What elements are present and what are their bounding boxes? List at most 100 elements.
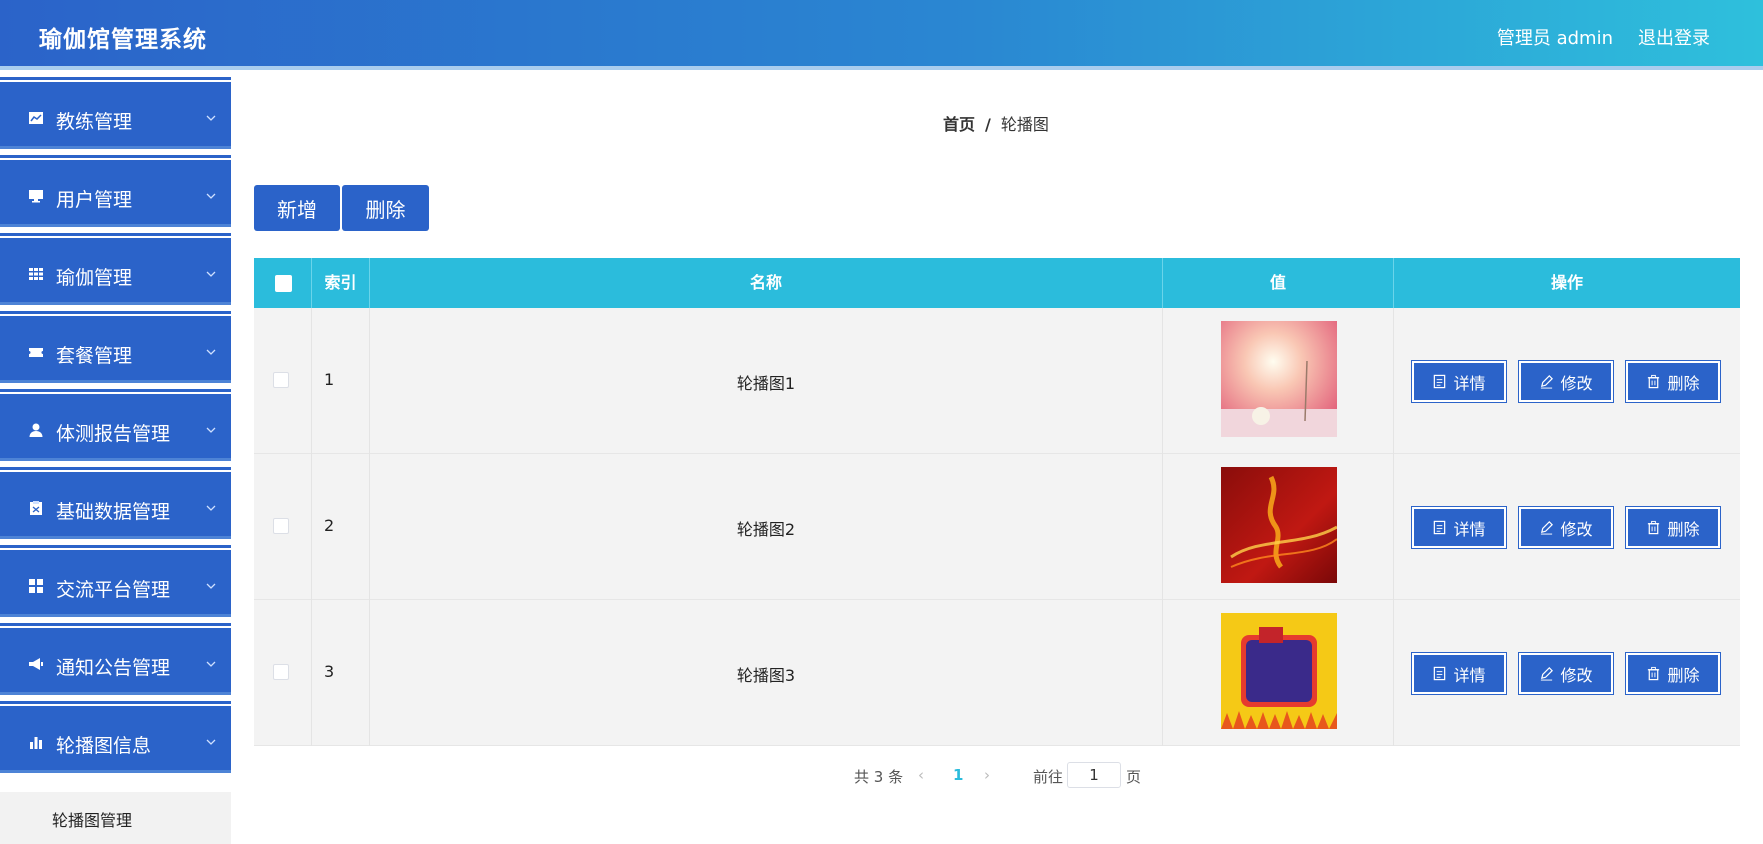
- sidebar-item-label: 体测报告管理: [56, 423, 171, 445]
- chevron-down-icon: [206, 271, 216, 277]
- add-button[interactable]: 新增: [254, 185, 340, 231]
- row-name: 轮播图3: [736, 666, 796, 685]
- sidebar-item-label: 交流平台管理: [56, 579, 171, 601]
- delete-button[interactable]: 删除: [1625, 652, 1721, 695]
- detail-label: 详情: [1453, 373, 1486, 393]
- sidebar-item-label: 瑜伽管理: [56, 267, 133, 289]
- edit-label: 修改: [1560, 519, 1593, 539]
- detail-button[interactable]: 详情: [1411, 652, 1507, 695]
- pink-sunrise-image[interactable]: [1221, 321, 1337, 437]
- chevron-down-icon: [206, 115, 216, 121]
- sidebar-item-body-report[interactable]: 体测报告管理: [0, 386, 231, 461]
- delete-label: 删除: [1667, 519, 1700, 539]
- page-jump-input[interactable]: [1067, 762, 1121, 788]
- current-user: 管理员 admin: [1496, 28, 1613, 49]
- edit-button[interactable]: 修改: [1518, 506, 1614, 549]
- document-icon: [1434, 520, 1446, 535]
- sidebar-item-package[interactable]: 套餐管理: [0, 308, 231, 383]
- row-name: 轮播图1: [736, 374, 796, 393]
- breadcrumb-separator: /: [985, 115, 991, 134]
- batch-delete-button[interactable]: 删除: [342, 185, 429, 231]
- sidebar-item-label: 套餐管理: [56, 345, 133, 367]
- sidebar-item-coach[interactable]: 教练管理: [0, 74, 231, 149]
- sidebar-item-label: 基础数据管理: [56, 501, 171, 523]
- megaphone-icon: [29, 658, 43, 670]
- ticket-icon: [29, 348, 43, 357]
- sidebar-item-label: 教练管理: [56, 111, 133, 133]
- header-actions: 操作: [1550, 273, 1583, 292]
- header-index: 索引: [312, 258, 370, 308]
- detail-button[interactable]: 详情: [1411, 506, 1507, 549]
- row-checkbox[interactable]: [273, 664, 289, 680]
- breadcrumb: 首页 / 轮播图: [943, 111, 1049, 135]
- sidebar-item-users[interactable]: 用户管理: [0, 152, 231, 227]
- row-index: 2: [324, 516, 335, 535]
- edit-button[interactable]: 修改: [1518, 652, 1614, 695]
- submenu-item-carousel-manage[interactable]: 轮播图管理: [52, 807, 132, 831]
- delete-button[interactable]: 删除: [1625, 360, 1721, 403]
- delete-label: 删除: [1667, 665, 1700, 685]
- detail-button[interactable]: 详情: [1411, 360, 1507, 403]
- app-title: 瑜伽馆管理系统: [39, 27, 207, 53]
- grid-icon: [29, 268, 43, 280]
- pagination-total: 共 3 条: [854, 768, 904, 786]
- sidebar-item-label: 用户管理: [56, 189, 133, 211]
- page-number[interactable]: 1: [953, 766, 963, 784]
- monitor-icon: [29, 190, 43, 203]
- header-value: 值: [1163, 258, 1394, 308]
- breadcrumb-current: 轮播图: [1000, 115, 1049, 134]
- row-checkbox[interactable]: [273, 518, 289, 534]
- sidebar-item-yoga[interactable]: 瑜伽管理: [0, 230, 231, 305]
- table-row: 2 轮播图2 详情 修改 删除: [254, 454, 1740, 600]
- clipboard-icon: [30, 501, 42, 515]
- breadcrumb-home[interactable]: 首页: [943, 115, 975, 134]
- detail-label: 详情: [1453, 665, 1486, 685]
- edit-label: 修改: [1560, 373, 1593, 393]
- row-index: 3: [324, 662, 335, 681]
- edit-label: 修改: [1560, 665, 1593, 685]
- chevron-down-icon: [206, 505, 216, 511]
- sidebar-item-base-data[interactable]: 基础数据管理: [0, 464, 231, 539]
- row-index: 1: [324, 370, 335, 389]
- delete-button[interactable]: 删除: [1625, 506, 1721, 549]
- sidebar-item-notice[interactable]: 通知公告管理: [0, 620, 231, 695]
- sidebar: 教练管理 用户管理 瑜伽管理 套餐管理 体测报告管理 基础数据管理 交流平台管理…: [0, 74, 231, 844]
- chevron-left-icon[interactable]: ‹: [918, 766, 924, 784]
- edit-button[interactable]: 修改: [1518, 360, 1614, 403]
- header-name: 名称: [370, 258, 1163, 308]
- carousel-table: 索引 名称 值 操作 1 轮播图1 详情 修改 删除 2 轮播图2 详情 修改 …: [254, 258, 1740, 746]
- detail-label: 详情: [1453, 519, 1486, 539]
- select-all-checkbox[interactable]: [275, 275, 292, 292]
- apps-icon: [29, 579, 43, 593]
- chevron-down-icon: [206, 583, 216, 589]
- document-icon: [1434, 666, 1446, 681]
- trash-icon: [1648, 520, 1660, 535]
- pencil-icon: [1541, 521, 1554, 535]
- chevron-down-icon: [206, 739, 216, 745]
- table-header: 索引 名称 值 操作: [254, 258, 1740, 308]
- pagination-unit-label: 页: [1126, 768, 1142, 786]
- trash-icon: [1648, 374, 1660, 389]
- delete-label: 删除: [1667, 373, 1700, 393]
- document-icon: [1434, 374, 1446, 389]
- row-name: 轮播图2: [736, 520, 796, 539]
- yellow-frame-image[interactable]: [1221, 613, 1337, 729]
- pencil-icon: [1541, 667, 1554, 681]
- pencil-icon: [1541, 375, 1554, 389]
- trash-icon: [1648, 666, 1660, 681]
- sidebar-item-carousel[interactable]: 轮播图信息: [0, 698, 231, 773]
- sidebar-item-forum[interactable]: 交流平台管理: [0, 542, 231, 617]
- bar-chart-icon: [30, 737, 42, 749]
- chevron-down-icon: [206, 661, 216, 667]
- user-icon: [29, 423, 43, 437]
- logout-link[interactable]: 退出登录: [1638, 24, 1710, 50]
- chevron-right-icon[interactable]: ›: [984, 766, 990, 784]
- red-flame-image[interactable]: [1221, 467, 1337, 583]
- header-select-cell: [254, 258, 312, 308]
- top-header: 瑜伽馆管理系统 管理员 admin 退出登录: [0, 0, 1763, 70]
- chevron-down-icon: [206, 427, 216, 433]
- chart-icon: [29, 112, 43, 124]
- row-checkbox[interactable]: [273, 372, 289, 388]
- table-row: 1 轮播图1 详情 修改 删除: [254, 308, 1740, 454]
- sidebar-item-label: 通知公告管理: [56, 657, 171, 679]
